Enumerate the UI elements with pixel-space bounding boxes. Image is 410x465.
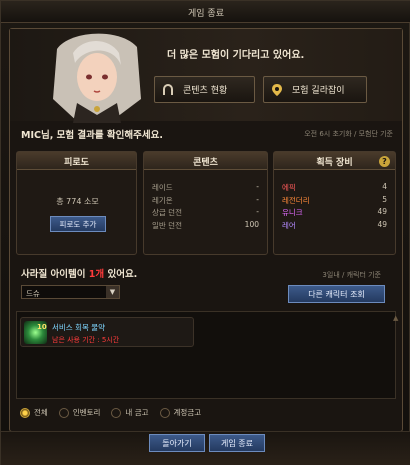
radio-icon [20, 407, 30, 418]
item-name: 서비스 회복 물약 [52, 323, 106, 332]
equipment-title: 획득 장비 [274, 152, 395, 170]
equipment-count: 5 [382, 194, 387, 204]
contents-rows: 레이드 - 레기온 - 상급 던전 - 일반 던전 100 [152, 182, 259, 232]
contents-row: 레이드 - [152, 182, 259, 195]
equipment-row: 레전더리 5 [282, 195, 387, 208]
filter-all[interactable]: 전체 [20, 407, 48, 418]
filter-account-vault[interactable]: 계정금고 [159, 407, 202, 418]
content-status-button[interactable]: 콘텐츠 현황 [154, 76, 255, 103]
headline-text: 더 많은 모험이 기다리고 있어요. [167, 50, 305, 61]
fatigue-title: 피로도 [17, 152, 136, 170]
equipment-row: 레어 49 [282, 220, 387, 233]
help-icon[interactable]: ? [379, 156, 390, 167]
filter-my-vault[interactable]: 내 금고 [111, 407, 149, 418]
window-title: 게임 종료 [188, 9, 224, 19]
character-note: 3일내 / 캐릭터 기준 [322, 271, 381, 279]
equipment-rows: 에픽 4 레전더리 5 유니크 49 레어 49 [282, 182, 387, 232]
contents-row-value: - [256, 207, 259, 216]
contents-row: 상급 던전 - [152, 207, 259, 220]
list-item[interactable]: 10 서비스 회복 물약 남은 사용 기간 : 5시간 [20, 317, 194, 347]
filter-label: 내 금고 [125, 408, 149, 417]
end-game-button[interactable]: 게임 종료 [209, 434, 265, 452]
chevron-down-icon[interactable]: ▼ [106, 286, 119, 298]
contents-row-label: 레이드 [152, 183, 173, 192]
fatigue-panel: 피로도 총 774 소모 피로도 추가 [16, 151, 137, 255]
storage-filter: 전체 인벤토리 내 금고 계정금고 [20, 407, 201, 418]
radio-icon [58, 407, 69, 418]
go-back-button[interactable]: 돌아가기 [149, 434, 205, 452]
item-expiry: 남은 사용 기간 : 5시간 [52, 336, 120, 344]
character-dropdown[interactable]: 드슈 ▼ [21, 285, 120, 299]
filter-label: 인벤토리 [72, 408, 101, 417]
contents-row-label: 일반 던전 [152, 220, 182, 230]
radio-icon [111, 407, 122, 418]
item-level: 10 [37, 323, 47, 331]
equipment-rarity-label: 레어 [282, 220, 296, 230]
contents-row-label: 레기온 [152, 195, 173, 205]
filter-label: 전체 [34, 408, 48, 417]
reset-note: 오전 6시 초기화 / 모험단 기준 [304, 130, 393, 138]
horseshoe-icon [161, 83, 175, 97]
equipment-row: 에픽 4 [282, 182, 387, 195]
title-bar[interactable]: 게임 종료 [1, 1, 410, 23]
expiring-items-prefix: 사라질 아이템이 [21, 269, 89, 280]
equipment-rarity-label: 레전더리 [282, 195, 310, 205]
content-status-label: 콘텐츠 현황 [183, 86, 228, 96]
equipment-row: 유니크 49 [282, 207, 387, 220]
expiring-items-count: 1개 [88, 269, 105, 280]
equipment-count: 49 [377, 219, 387, 229]
footer-bar [1, 431, 410, 465]
adventure-guide-label: 모험 길라잡이 [292, 86, 345, 96]
contents-panel: 콘텐츠 레이드 - 레기온 - 상급 던전 - 일반 던전 100 [143, 151, 268, 255]
filter-inventory[interactable]: 인벤토리 [58, 407, 101, 418]
map-pin-icon [270, 83, 284, 97]
contents-row-label: 상급 던전 [152, 208, 182, 217]
equipment-count: 4 [382, 182, 387, 191]
other-character-button[interactable]: 다른 캐릭터 조회 [288, 285, 385, 303]
contents-row-value: 100 [244, 219, 259, 229]
dropdown-value: 드슈 [26, 289, 40, 298]
contents-title: 콘텐츠 [144, 152, 267, 170]
expiring-items-suffix: 있어요. [104, 269, 138, 280]
expiring-item-list: 10 서비스 회복 물약 남은 사용 기간 : 5시간 [16, 311, 396, 399]
contents-row-value: - [256, 194, 259, 204]
radio-icon [159, 407, 170, 418]
contents-row-value: - [256, 182, 259, 191]
contents-row: 일반 던전 100 [152, 220, 259, 233]
result-prompt: MIC님, 모험 결과를 확인해주세요. [21, 130, 163, 141]
adventure-guide-button[interactable]: 모험 길라잡이 [263, 76, 367, 103]
equipment-rarity-label: 에픽 [282, 183, 296, 192]
equipment-rarity-label: 유니크 [282, 208, 303, 217]
contents-row: 레기온 - [152, 195, 259, 208]
equipment-count: 49 [377, 207, 387, 216]
fatigue-value: 총 774 소모 [56, 197, 99, 206]
game-exit-dialog: 게임 종료 더 많은 모험이 기다리고 있어요. 콘텐츠 현황 모험 길라잡이 … [0, 0, 410, 465]
scroll-up-icon[interactable]: ▲ [393, 314, 402, 322]
expiring-items-heading: 사라질 아이템이 1개 있어요. [21, 266, 137, 280]
filter-label: 계정금고 [173, 408, 202, 417]
equipment-panel: 획득 장비 ? 에픽 4 레전더리 5 유니크 49 레어 49 [273, 151, 396, 255]
portrait-illustration [53, 33, 141, 123]
add-fatigue-button[interactable]: 피로도 추가 [50, 216, 106, 232]
character-portrait [49, 29, 145, 123]
